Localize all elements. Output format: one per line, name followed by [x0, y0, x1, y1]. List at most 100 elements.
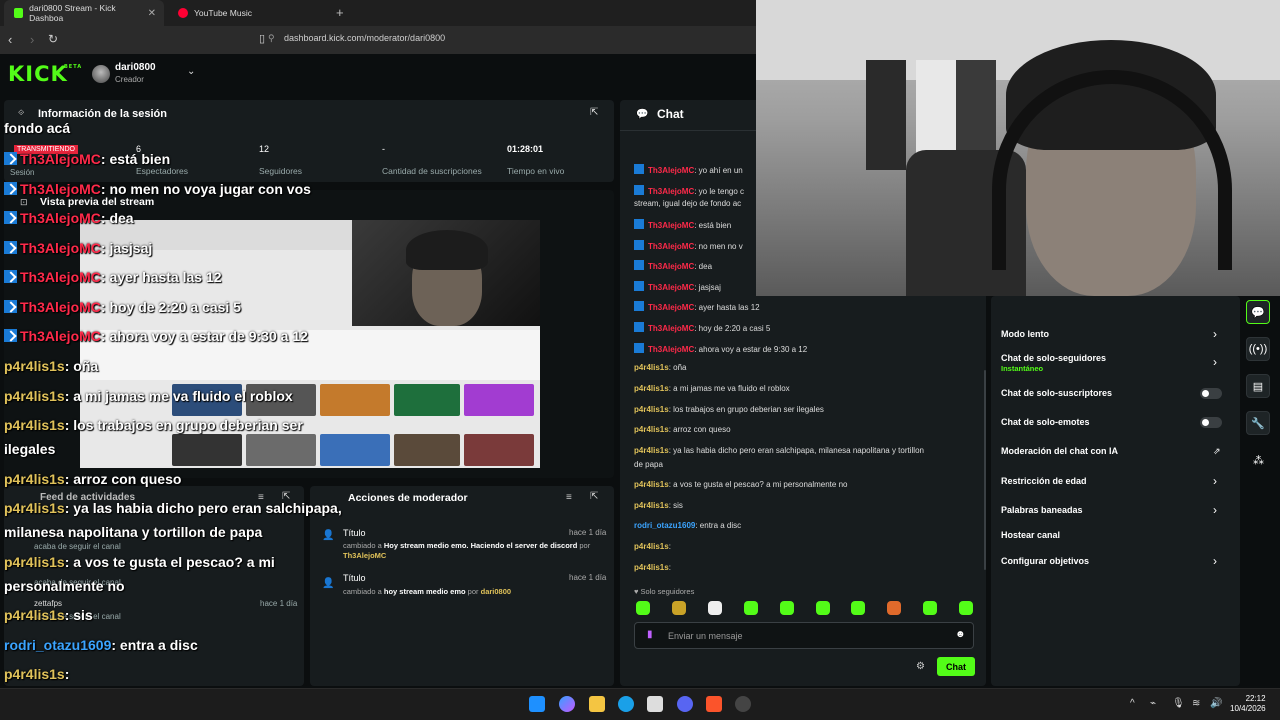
setting-item[interactable]: Chat de solo-emotes	[1001, 417, 1090, 427]
emote-icon[interactable]	[779, 601, 794, 615]
more-icon[interactable]: ⁂	[1253, 454, 1264, 467]
send-chat-button[interactable]: Chat	[937, 657, 975, 676]
setting-item[interactable]: Modo lento	[1001, 329, 1049, 339]
filter-icon[interactable]: ≡	[566, 492, 572, 503]
chat-message[interactable]: rodri_otazu1609: entra a disc	[634, 521, 741, 530]
overlay-chat-line: p4r4lis1s: a mi jamas me va fluido el ro…	[4, 388, 293, 404]
chat-message[interactable]: Th3AlejoMC: está bien	[634, 219, 731, 230]
emote-icon[interactable]	[851, 601, 866, 615]
moderator-badge-icon	[4, 300, 17, 313]
chat-message[interactable]: Th3AlejoMC: jasjsaj	[634, 281, 721, 292]
chat-message[interactable]: p4r4lis1s: los trabajos en grupo deberia…	[634, 405, 824, 414]
taskbar-clock[interactable]: 22:12 10/4/2026	[1230, 694, 1266, 714]
chat-message[interactable]: Th3AlejoMC: ahora voy a estar de 9:30 a …	[634, 343, 807, 354]
chat-message[interactable]: p4r4lis1s:	[634, 563, 671, 572]
chat-message[interactable]: p4r4lis1s: ya las habia dicho pero eran …	[634, 446, 924, 455]
close-tab-icon[interactable]: ✕	[148, 8, 156, 19]
chevron-right-icon[interactable]: ›	[1213, 327, 1217, 341]
bookmark-icon[interactable]: ▯	[259, 32, 265, 45]
toggle-switch[interactable]	[1200, 388, 1222, 399]
chat-username: Th3AlejoMC	[648, 283, 695, 292]
settings-gear-icon[interactable]: ⚙	[916, 661, 925, 672]
emote-icon[interactable]	[887, 601, 902, 615]
chat-message[interactable]: Th3AlejoMC: yo ahí en un	[634, 164, 743, 175]
tab-kick-dashboard[interactable]: dari0800 Stream - Kick Dashboa ✕	[4, 0, 164, 26]
external-link-icon[interactable]: ⇗	[1213, 446, 1221, 457]
chat-message[interactable]: Th3AlejoMC: yo le tengo c	[634, 185, 744, 196]
chat-message[interactable]: Th3AlejoMC: no men no v	[634, 240, 743, 251]
start-windows-icon[interactable]	[529, 696, 545, 712]
file-explorer-icon[interactable]	[589, 696, 605, 712]
tab-youtube-music[interactable]: YouTube Music	[168, 0, 328, 26]
setting-item[interactable]: Chat de solo-seguidores Instantáneo	[1001, 353, 1106, 373]
setting-item[interactable]: Palabras baneadas	[1001, 505, 1083, 515]
setting-item[interactable]: Chat de solo-suscriptores	[1001, 388, 1112, 398]
chat-message[interactable]: stream, igual dejo de fondo ac	[634, 199, 741, 208]
chevron-right-icon[interactable]: ›	[1213, 554, 1217, 568]
site-info-icon[interactable]: ⚲	[268, 33, 275, 44]
discord-icon[interactable]	[677, 696, 693, 712]
popout-icon[interactable]: ⇱	[590, 107, 598, 118]
wrench-icon[interactable]: 🔧	[1246, 411, 1270, 435]
chat-message[interactable]: p4r4lis1s: a vos te gusta el pescao? a m…	[634, 480, 847, 489]
chat-message[interactable]: p4r4lis1s: a mi jamas me va fluido el ro…	[634, 384, 790, 393]
emote-icon[interactable]	[959, 601, 974, 615]
chat-input[interactable]: ▮ Enviar un mensaje ☻	[634, 622, 974, 649]
reload-icon[interactable]: ↻	[48, 32, 58, 46]
forward-icon[interactable]: ›	[30, 32, 34, 47]
drag-handle-icon[interactable]: ⟐	[18, 108, 24, 118]
setting-item[interactable]: Restricción de edad	[1001, 476, 1087, 486]
emote-icon[interactable]	[923, 601, 938, 615]
avatar[interactable]	[92, 65, 110, 83]
broadcast-icon[interactable]: ((•))	[1246, 337, 1270, 361]
overlay-chat-line: Th3AlejoMC: ayer hasta las 12	[4, 269, 222, 285]
webcam-overlay	[756, 0, 1280, 296]
wifi-icon[interactable]: ≋	[1192, 698, 1200, 709]
chevron-down-icon[interactable]: ⌄	[187, 66, 195, 77]
chat-message[interactable]: de papa	[634, 460, 663, 469]
setting-item[interactable]: Moderación del chat con IA	[1001, 446, 1118, 456]
network-icon[interactable]: ⌁	[1150, 698, 1156, 709]
preview-thumbnail	[394, 434, 460, 466]
obs-icon[interactable]	[735, 696, 751, 712]
chat-scrollbar[interactable]	[984, 370, 986, 570]
chat-message[interactable]: Th3AlejoMC: ayer hasta las 12	[634, 301, 760, 312]
chevron-right-icon[interactable]: ›	[1213, 355, 1217, 369]
new-tab-icon[interactable]: +	[336, 5, 344, 20]
emote-icon[interactable]	[636, 601, 650, 615]
microphone-tray-icon[interactable]: 🎙	[1172, 698, 1185, 709]
chat-message[interactable]: p4r4lis1s: oña	[634, 363, 687, 372]
edge-icon[interactable]	[618, 696, 634, 712]
chat-message[interactable]: p4r4lis1s: arroz con queso	[634, 425, 731, 434]
moderator-badge-icon	[634, 322, 644, 332]
toggle-switch[interactable]	[1200, 417, 1222, 428]
storage-icon[interactable]: ▤	[1246, 374, 1270, 398]
chat-message[interactable]: Th3AlejoMC: hoy de 2:20 a casi 5	[634, 322, 770, 333]
back-icon[interactable]: ‹	[8, 32, 12, 47]
emoji-icon[interactable]: ☻	[955, 629, 966, 640]
emote-icon[interactable]	[707, 601, 722, 615]
emote-icon[interactable]	[815, 601, 830, 615]
emote-icon[interactable]	[743, 601, 758, 615]
brave-icon[interactable]	[706, 696, 722, 712]
popout-icon[interactable]: ⇱	[590, 491, 598, 502]
chat-text: : ayer hasta las 12	[694, 303, 760, 312]
url-field[interactable]: dashboard.kick.com/moderator/dari0800	[284, 33, 445, 43]
tray-chevron-icon[interactable]: ^	[1130, 698, 1135, 709]
emote-icon[interactable]	[671, 601, 686, 615]
volume-icon[interactable]: 🔊	[1210, 698, 1222, 709]
setting-item[interactable]: Hostear canal	[1001, 530, 1060, 540]
kick-logo[interactable]: KICK BETA	[8, 62, 81, 86]
preview-webcam	[352, 220, 540, 326]
chevron-right-icon[interactable]: ›	[1213, 474, 1217, 488]
setting-item[interactable]: Configurar objetivos	[1001, 556, 1089, 566]
chat-message[interactable]: p4r4lis1s: sis	[634, 501, 683, 510]
chevron-right-icon[interactable]: ›	[1213, 503, 1217, 517]
overlay-chat-text: : ayer hasta las 12	[100, 269, 222, 285]
microphone-icon[interactable]: ▮	[647, 629, 653, 640]
chat-message[interactable]: Th3AlejoMC: dea	[634, 260, 712, 271]
store-icon[interactable]	[647, 696, 663, 712]
copilot-icon[interactable]	[559, 696, 575, 712]
chat-side-button[interactable]: 💬	[1246, 300, 1270, 324]
chat-message[interactable]: p4r4lis1s:	[634, 542, 671, 551]
